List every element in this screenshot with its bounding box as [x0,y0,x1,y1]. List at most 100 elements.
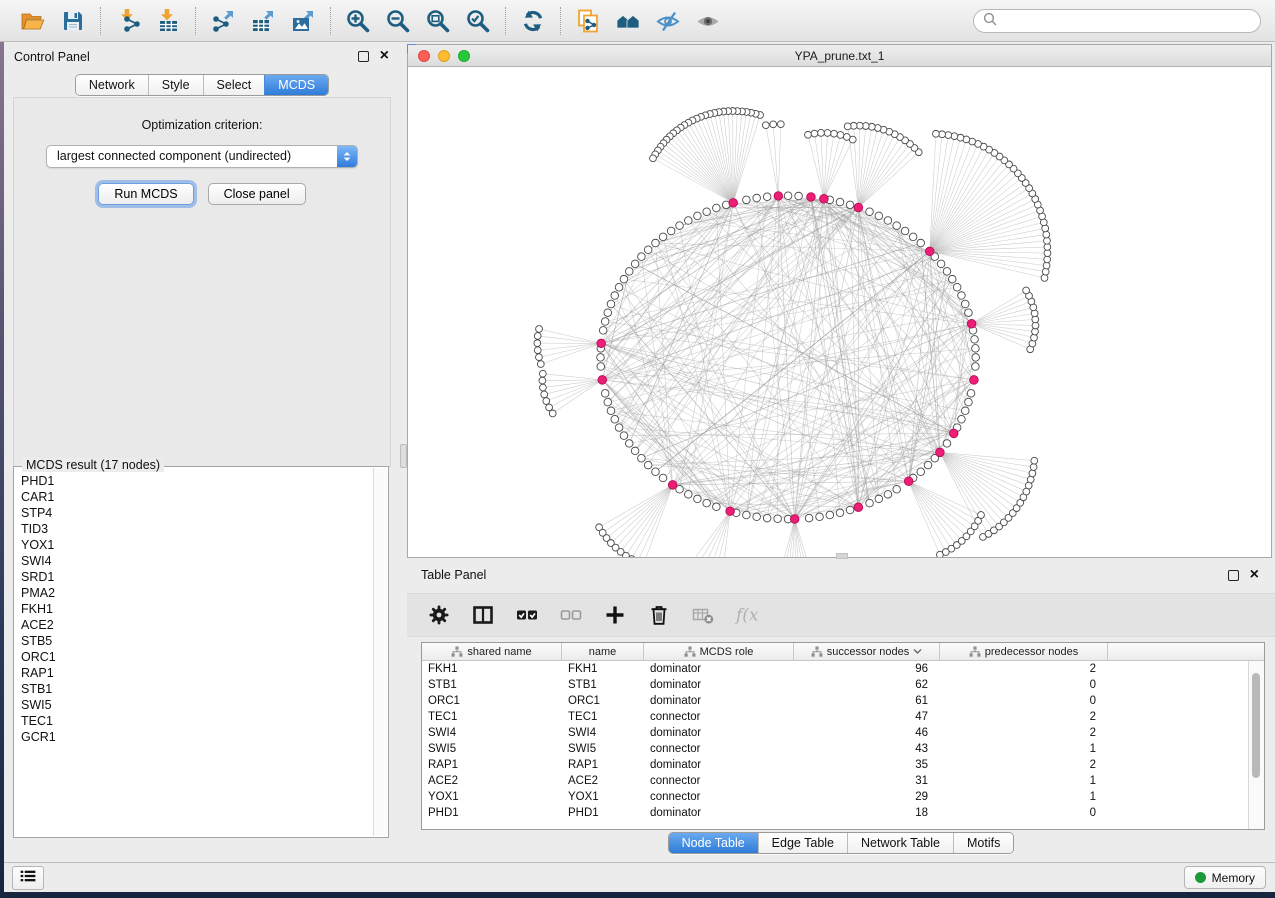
table-row[interactable]: FKH1FKH1dominator962 [422,661,1264,677]
mcds-result-item[interactable]: STB5 [21,633,373,649]
mcds-result-group: MCDS result (17 nodes) PHD1CAR1STP4TID3Y… [13,466,389,838]
open-button[interactable] [15,5,51,37]
mcds-result-item[interactable]: RAP1 [21,665,373,681]
control-panel-title: Control Panel [14,50,90,64]
table-row[interactable]: STB1STB1dominator620 [422,677,1264,693]
vertical-splitter-handle[interactable] [400,444,407,468]
window-maximize-icon[interactable] [458,50,470,62]
zoom-out-button[interactable] [380,5,416,37]
table-row[interactable]: TEC1TEC1connector472 [422,709,1264,725]
select-all-button[interactable] [515,603,539,627]
tab-style[interactable]: Style [148,75,203,95]
mcds-result-item[interactable]: ACE2 [21,617,373,633]
close-table-panel-icon[interactable]: × [1250,569,1259,581]
zoom-selected-button[interactable] [460,5,496,37]
mcds-result-item[interactable]: GCR1 [21,729,373,745]
run-mcds-button[interactable]: Run MCDS [98,183,193,205]
mcds-result-item[interactable]: STB1 [21,681,373,697]
tab-edge-table[interactable]: Edge Table [758,833,847,853]
clone-network-button[interactable] [570,5,606,37]
window-minimize-icon[interactable] [438,50,450,62]
table-body: FKH1FKH1dominator962STB1STB1dominator620… [422,661,1264,821]
close-panel-icon[interactable]: × [380,50,389,62]
mcds-result-item[interactable]: YOX1 [21,537,373,553]
save-button[interactable] [55,5,91,37]
split-panel-button[interactable] [471,603,495,627]
table-panel-tabs: Node TableEdge TableNetwork TableMotifs [668,832,1015,854]
mcds-result-item[interactable]: TID3 [21,521,373,537]
delete-table-icon [691,603,715,627]
settings-button[interactable] [427,603,451,627]
column-header-label: name [589,646,617,658]
network-graph[interactable] [408,66,1271,557]
tab-network[interactable]: Network [76,75,148,95]
tab-mcds[interactable]: MCDS [264,75,328,95]
column-header-successor-nodes[interactable]: successor nodes [794,643,940,660]
table-row[interactable]: RAP1RAP1dominator352 [422,757,1264,773]
tab-select[interactable]: Select [203,75,265,95]
float-panel-icon[interactable] [358,51,369,62]
refresh-button[interactable] [515,5,551,37]
window-close-icon[interactable] [418,50,430,62]
vertical-splitter[interactable] [400,42,407,862]
zoom-in-button[interactable] [340,5,376,37]
table-row[interactable]: SWI5SWI5connector431 [422,741,1264,757]
table-cell: ORC1 [562,695,644,707]
table-row[interactable]: SWI4SWI4dominator462 [422,725,1264,741]
mcds-result-item[interactable]: SRD1 [21,569,373,585]
table-scrollbar[interactable] [1248,661,1264,829]
table-scrollbar-thumb[interactable] [1252,673,1260,778]
mcds-result-item[interactable]: SWI5 [21,697,373,713]
column-header-shared-name[interactable]: shared name [422,643,562,660]
tab-motifs[interactable]: Motifs [953,833,1013,853]
import-table-button[interactable] [150,5,186,37]
export-image-icon [290,8,316,34]
column-header-mcds-role[interactable]: MCDS role [644,643,794,660]
close-panel-button[interactable]: Close panel [208,183,306,205]
criterion-dropdown[interactable]: largest connected component (undirected) [46,145,358,168]
table-cell: ORC1 [422,695,562,707]
control-panel: Control Panel × NetworkStyleSelectMCDS O… [4,42,400,862]
mcds-result-item[interactable]: FKH1 [21,601,373,617]
mcds-result-item[interactable]: SWI4 [21,553,373,569]
float-table-panel-icon[interactable] [1228,570,1239,581]
mcds-result-item[interactable]: STP4 [21,505,373,521]
delete-button[interactable] [647,603,671,627]
cytoscape-window: Control Panel × NetworkStyleSelectMCDS O… [0,0,1275,892]
memory-label: Memory [1212,871,1255,885]
column-header-name[interactable]: name [562,643,644,660]
search-box[interactable] [973,9,1261,33]
horizontal-splitter-handle[interactable] [836,553,848,559]
task-history-button[interactable] [12,866,44,890]
node-table: shared name name MCDS rolesuccessor nodes p… [421,642,1265,830]
unselect-all-button[interactable] [559,603,583,627]
export-table-button[interactable] [245,5,281,37]
search-input[interactable] [1003,14,1251,28]
table-cell: 96 [794,663,940,675]
mcds-result-item[interactable]: CAR1 [21,489,373,505]
table-row[interactable]: ORC1ORC1dominator610 [422,693,1264,709]
table-row[interactable]: ACE2ACE2connector311 [422,773,1264,789]
add-column-button[interactable] [603,603,627,627]
export-image-button[interactable] [285,5,321,37]
show-all-button[interactable] [690,5,726,37]
tab-network-table[interactable]: Network Table [847,833,953,853]
mcds-result-item[interactable]: PMA2 [21,585,373,601]
mcds-result-item[interactable]: TEC1 [21,713,373,729]
table-row[interactable]: YOX1YOX1connector291 [422,789,1264,805]
column-header-predecessor-nodes[interactable]: predecessor nodes [940,643,1108,660]
column-header-label: predecessor nodes [985,646,1079,658]
zoom-fit-button[interactable] [420,5,456,37]
hide-selected-button[interactable] [650,5,686,37]
tab-node-table[interactable]: Node Table [669,833,758,853]
network-canvas[interactable] [408,66,1271,557]
import-network-button[interactable] [110,5,146,37]
mcds-list-scrollbar[interactable] [373,468,387,836]
open-icon [20,8,46,34]
mcds-result-item[interactable]: PHD1 [21,473,373,489]
export-network-button[interactable] [205,5,241,37]
first-neighbors-button[interactable] [610,5,646,37]
table-row[interactable]: PHD1PHD1dominator180 [422,805,1264,821]
memory-button[interactable]: Memory [1184,866,1266,889]
mcds-result-item[interactable]: ORC1 [21,649,373,665]
